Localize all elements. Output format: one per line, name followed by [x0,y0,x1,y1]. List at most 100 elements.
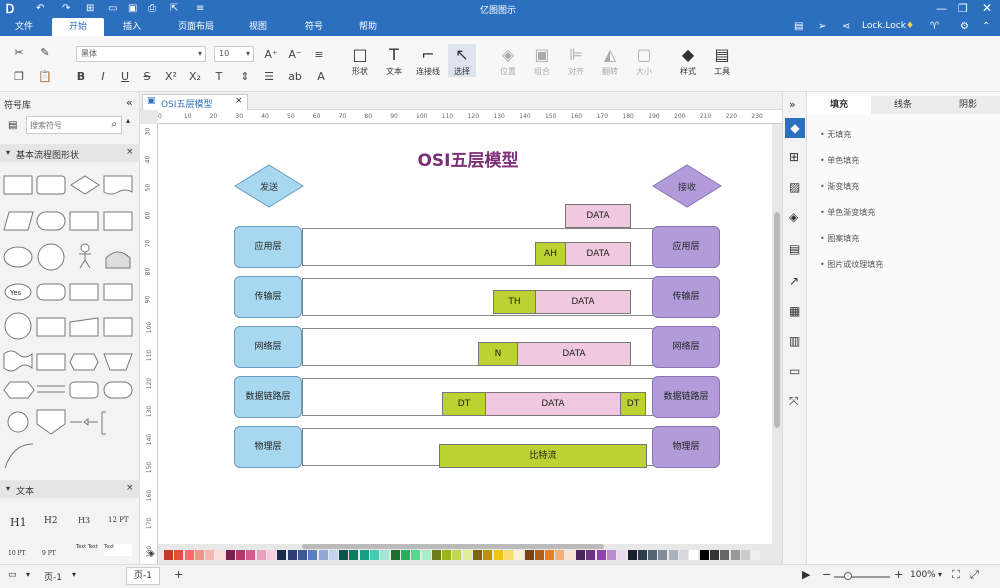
save-icon[interactable]: ▣ [128,3,137,14]
customize-icon[interactable]: ≡ [196,3,204,14]
rounded-rect-shape[interactable] [36,175,66,195]
th-header[interactable]: TH [493,290,536,314]
settings-icon[interactable]: ⚙ [960,21,969,32]
color-swatch[interactable] [359,550,369,560]
color-swatch[interactable] [555,550,565,560]
tools-tool[interactable]: ▤ 工具 [708,44,736,77]
color-swatch[interactable] [576,550,585,560]
collapse-panel-icon[interactable]: « [126,96,133,109]
page-selector[interactable]: 页-1 [44,570,62,583]
group-tool[interactable]: ▣ 组合 [528,44,556,77]
connector-shape[interactable] [4,312,32,340]
menu-help[interactable]: 帮助 [346,18,390,36]
text-case-icon[interactable]: ab [288,70,302,84]
presentation-icon[interactable]: ▭ [789,364,800,378]
tab-line[interactable]: 线条 [871,96,935,114]
ah-header[interactable]: AH [535,242,566,266]
document-shape[interactable] [103,175,133,195]
chart-icon[interactable]: ↗ [789,274,799,288]
table-icon[interactable]: ▦ [789,304,800,318]
circle-shape[interactable] [37,243,65,271]
menu-insert[interactable]: 插入 [110,18,154,36]
color-swatch[interactable] [421,550,431,560]
send-layer-physical[interactable]: 物理层 [234,426,302,468]
recv-layer-transport[interactable]: 传输层 [652,276,720,318]
capsule-shape[interactable] [103,381,133,399]
zoom-dropdown-icon[interactable]: ▾ [938,570,942,579]
fill-option-pattern[interactable]: • 图案填充 [820,233,859,244]
send-layer-transport[interactable]: 传输层 [234,276,302,318]
fill-color-icon[interactable]: ◈ [148,549,155,559]
network-data[interactable]: DATA [517,342,631,366]
grid-icon[interactable]: ⊞ [789,150,799,164]
undo-icon[interactable]: ↶ [36,3,44,14]
restore-icon[interactable]: ❐ [958,2,968,15]
manual-operation-shape[interactable] [103,353,133,371]
color-swatch[interactable] [668,550,678,560]
color-swatch[interactable] [390,550,400,560]
close-section-icon[interactable]: × [126,147,134,157]
increase-font-icon[interactable]: A⁺ [264,48,278,62]
subscript-icon[interactable]: X₂ [188,70,202,84]
fill-option-texture[interactable]: • 图片或纹理填充 [820,259,883,270]
page-layout-icon[interactable]: ▭ [8,570,17,580]
play-icon[interactable]: ▶ [802,568,810,581]
tab-osi-model[interactable]: ▣ OSI五层模型 × [142,94,248,110]
new-icon[interactable]: ⊞ [86,3,94,14]
internal-storage-shape[interactable] [103,283,133,301]
color-swatch[interactable] [545,550,555,560]
fill-option-solid[interactable]: • 单色填充 [820,155,859,166]
color-swatch[interactable] [514,550,524,560]
text-sample-10pt[interactable]: 10 PT [8,550,26,557]
font-size-select[interactable]: 10 ▾ [214,46,254,62]
open-icon[interactable]: ▭ [108,3,117,14]
fill-option-single-gradient[interactable]: • 单色渐变填充 [820,207,875,218]
search-input[interactable] [27,117,103,133]
page-dropdown-icon[interactable]: ▾ [72,570,76,579]
color-swatch[interactable] [411,550,421,560]
display-shape[interactable] [69,353,99,371]
font-color-icon[interactable]: A [314,70,328,84]
add-page-icon[interactable]: + [174,568,183,581]
dt-trailer[interactable]: DT [620,392,646,416]
recv-layer-application[interactable]: 应用层 [652,226,720,268]
position-tool[interactable]: ◈ 位置 [494,44,522,77]
arc-shape[interactable] [4,443,34,468]
predefined-process-shape[interactable] [69,211,99,231]
preparation-shape[interactable] [3,381,35,399]
section-header-flowchart[interactable]: ▾ 基本流程图形状 × [0,144,140,162]
color-swatch[interactable] [318,550,328,560]
decrease-font-icon[interactable]: A⁻ [288,48,302,62]
color-swatch[interactable] [236,550,246,560]
bitstream-block[interactable]: 比特流 [439,444,647,468]
zoom-level[interactable]: 100% [910,570,936,580]
close-section-icon[interactable]: × [126,483,134,493]
offpage-shape[interactable] [36,409,66,435]
process-shape[interactable] [3,175,33,195]
color-swatch[interactable] [699,550,709,560]
color-swatch[interactable] [627,550,637,560]
recv-layer-network[interactable]: 网络层 [652,326,720,368]
process2-shape[interactable] [36,353,66,371]
print-icon[interactable]: ⎙ [148,3,156,14]
actor-shape[interactable] [80,243,90,253]
superscript-icon[interactable]: X² [164,70,178,84]
stored-data-shape[interactable] [103,211,133,231]
data-shape[interactable] [3,211,34,231]
library-icon[interactable]: ▤ [8,120,17,131]
color-swatch[interactable] [473,550,482,560]
search-icon[interactable]: ⌕ [111,119,117,130]
text-sample-9pt[interactable]: 9 PT [42,550,56,557]
send-layer-application[interactable]: 应用层 [234,226,302,268]
card-shape[interactable] [36,317,66,337]
zoom-in-icon[interactable]: + [894,568,903,581]
fullscreen-icon[interactable]: ⤢ [970,568,979,582]
connector-tool[interactable]: ⌐ 连接线 [414,44,442,77]
color-swatch[interactable] [287,550,297,560]
shirt-icon[interactable]: ♈ [930,21,939,32]
org-icon[interactable]: ▥ [789,334,800,348]
italic-icon[interactable]: I [96,70,110,84]
minimize-icon[interactable]: — [936,2,947,15]
color-swatch[interactable] [617,550,627,560]
color-swatch[interactable] [246,550,256,560]
